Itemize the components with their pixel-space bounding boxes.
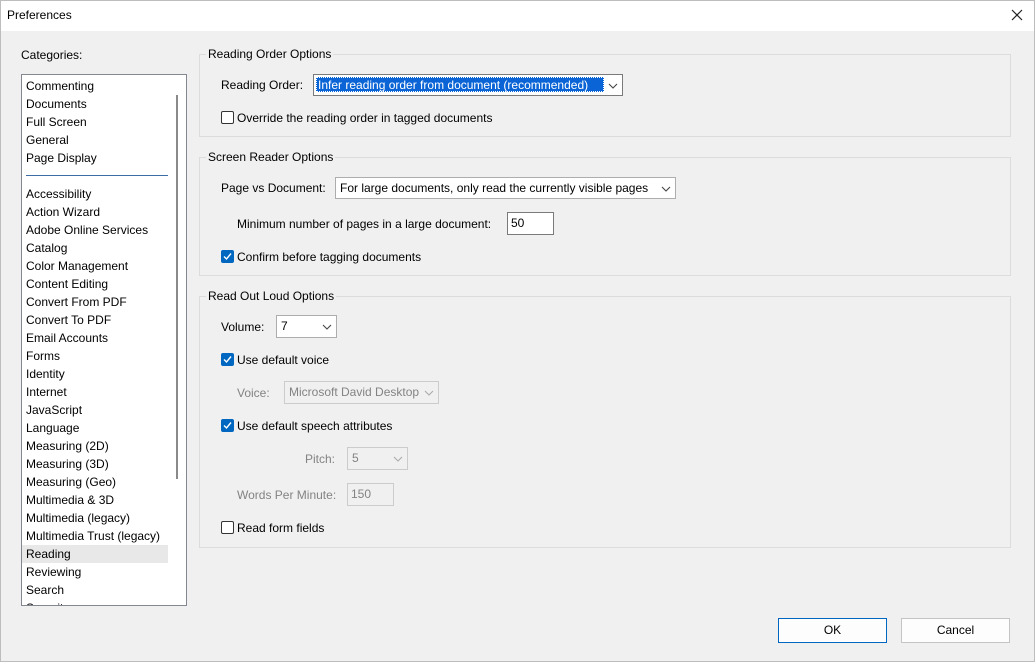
close-button[interactable] <box>1005 4 1029 26</box>
category-item[interactable]: Accessibility <box>26 185 168 203</box>
chevron-down-icon <box>322 321 332 335</box>
override-reading-order-label: Override the reading order in tagged doc… <box>237 111 493 125</box>
category-item[interactable]: Multimedia & 3D <box>26 491 168 509</box>
default-speech-label: Use default speech attributes <box>237 419 393 433</box>
chevron-down-icon <box>608 80 618 94</box>
title-bar: Preferences <box>1 1 1034 31</box>
category-item[interactable]: Commenting <box>26 77 168 95</box>
reading-order-dropdown[interactable]: Infer reading order from document (recom… <box>313 74 623 96</box>
volume-label: Volume: <box>221 320 265 334</box>
read-form-fields-label: Read form fields <box>237 521 325 535</box>
wpm-input[interactable]: 150 <box>347 483 394 506</box>
cancel-button[interactable]: Cancel <box>901 618 1010 643</box>
category-item[interactable]: Search <box>26 581 168 599</box>
pitch-label: Pitch: <box>305 452 336 466</box>
confirm-tagging-label: Confirm before tagging documents <box>237 250 422 264</box>
category-item[interactable]: Full Screen <box>26 113 168 131</box>
category-item[interactable]: Adobe Online Services <box>26 221 168 239</box>
min-pages-input[interactable]: 50 <box>507 212 554 235</box>
voice-dropdown[interactable]: Microsoft David Desktop <box>284 381 439 404</box>
category-item[interactable]: Color Management <box>26 257 168 275</box>
chevron-down-icon <box>424 387 434 401</box>
category-item[interactable]: Action Wizard <box>26 203 168 221</box>
screen-reader-group-label: Screen Reader Options <box>206 150 336 164</box>
category-item[interactable]: Internet <box>26 383 168 401</box>
category-item[interactable]: Measuring (2D) <box>26 437 168 455</box>
category-item[interactable]: Reading <box>22 545 168 563</box>
reading-order-group-label: Reading Order Options <box>206 47 334 61</box>
reading-order-selected: Infer reading order from document (recom… <box>316 77 604 92</box>
ok-button[interactable]: OK <box>778 618 887 643</box>
category-item[interactable]: Security <box>26 599 168 605</box>
category-item[interactable]: Measuring (Geo) <box>26 473 168 491</box>
category-item[interactable]: Email Accounts <box>26 329 168 347</box>
category-item[interactable]: Convert From PDF <box>26 293 168 311</box>
category-item[interactable]: Identity <box>26 365 168 383</box>
category-item[interactable]: Language <box>26 419 168 437</box>
default-voice-checkbox[interactable] <box>221 353 234 366</box>
category-item[interactable]: Measuring (3D) <box>26 455 168 473</box>
voice-label: Voice: <box>237 386 270 400</box>
wpm-label: Words Per Minute: <box>237 488 337 502</box>
category-item[interactable]: Multimedia (legacy) <box>26 509 168 527</box>
pitch-dropdown[interactable]: 5 <box>347 447 408 470</box>
category-item[interactable]: Reviewing <box>26 563 168 581</box>
override-reading-order-checkbox[interactable] <box>221 111 234 124</box>
category-item[interactable]: Page Display <box>26 149 168 167</box>
category-item[interactable]: Content Editing <box>26 275 168 293</box>
default-voice-label: Use default voice <box>237 353 330 367</box>
min-pages-label: Minimum number of pages in a large docum… <box>237 217 492 231</box>
category-item[interactable]: Forms <box>26 347 168 365</box>
categories-label: Categories: <box>21 48 83 62</box>
confirm-tagging-checkbox[interactable] <box>221 250 234 263</box>
dialog-title: Preferences <box>7 8 72 22</box>
categories-list[interactable]: Commenting Documents Full Screen General Pag… <box>21 74 187 606</box>
close-icon <box>1005 4 1029 26</box>
default-speech-checkbox[interactable] <box>221 419 234 432</box>
chevron-down-icon <box>393 453 403 467</box>
preferences-dialog: Preferences Categories: Commenting Docume… <box>0 0 1035 662</box>
category-item[interactable]: Documents <box>26 95 168 113</box>
read-out-loud-group-label: Read Out Loud Options <box>206 289 337 303</box>
volume-dropdown[interactable]: 7 <box>276 315 337 338</box>
category-item[interactable]: Catalog <box>26 239 168 257</box>
page-vs-document-label: Page vs Document: <box>221 181 326 195</box>
reading-order-label: Reading Order: <box>221 78 304 92</box>
category-item[interactable]: JavaScript <box>26 401 168 419</box>
page-vs-document-dropdown[interactable]: For large documents, only read the curre… <box>335 177 676 199</box>
chevron-down-icon <box>661 183 671 197</box>
categories-scrollbar[interactable] <box>176 95 178 479</box>
category-separator <box>26 175 168 176</box>
category-item[interactable]: Convert To PDF <box>26 311 168 329</box>
category-item[interactable]: Multimedia Trust (legacy) <box>26 527 168 545</box>
category-item[interactable]: General <box>26 131 168 149</box>
read-form-fields-checkbox[interactable] <box>221 521 234 534</box>
